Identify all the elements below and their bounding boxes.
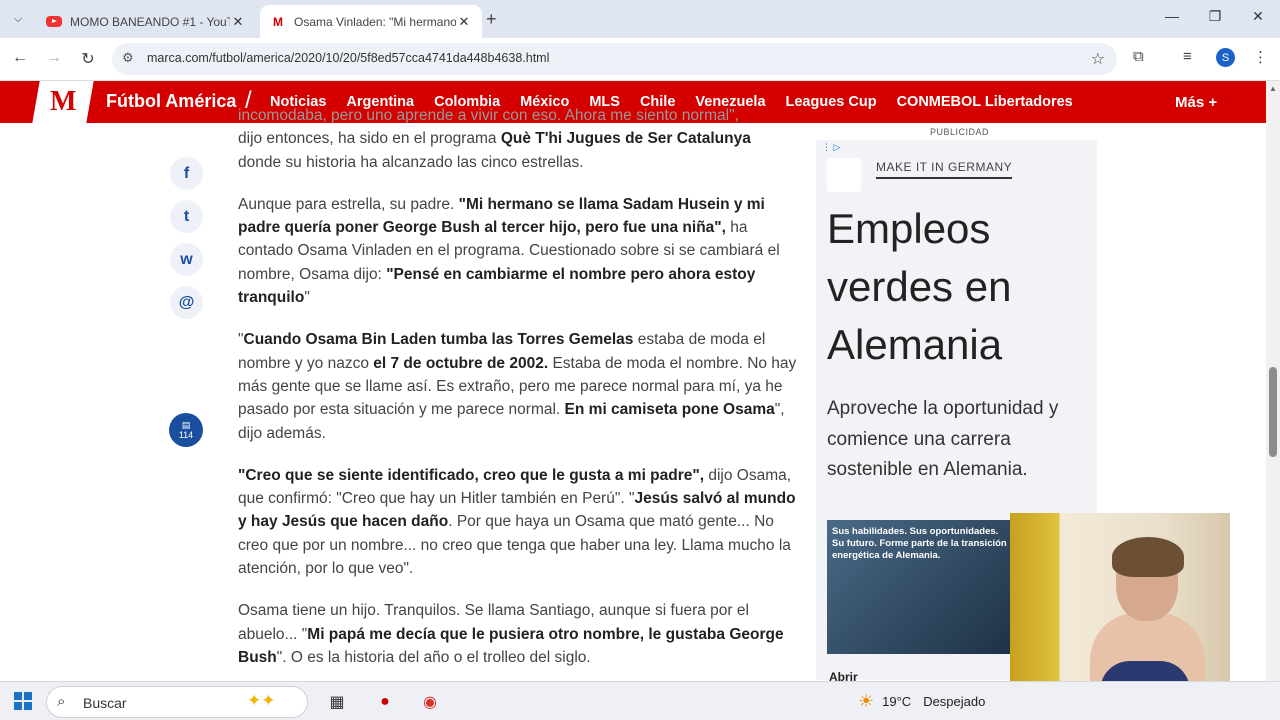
tab-strip: ⌵ MOMO BANEANDO #1 - YouTube ✕ M Osama V… — [0, 0, 1280, 38]
email-share-button[interactable]: @ — [170, 286, 203, 319]
address-bar[interactable]: ⚙ marca.com/futbol/america/2020/10/20/5f… — [112, 43, 1117, 75]
ad-image[interactable]: Sus habilidades. Sus oportunidades. Su f… — [827, 520, 1011, 654]
section-title[interactable]: Fútbol América — [106, 91, 236, 112]
article-paragraph: Osama tiene un hijo. Tranquilos. Se llam… — [238, 602, 784, 666]
page-scrollbar[interactable]: ▲ — [1266, 81, 1280, 681]
tab-youtube[interactable]: MOMO BANEANDO #1 - YouTube ✕ — [36, 5, 256, 38]
ad-headline[interactable]: Empleos verdes en Alemania — [827, 200, 1087, 374]
email-icon: @ — [178, 293, 195, 311]
whatsapp-icon: w — [180, 250, 193, 268]
temperature: 19°C — [882, 694, 912, 709]
back-button[interactable]: ← — [8, 49, 32, 67]
bookmark-star-icon[interactable]: ☆ — [1091, 49, 1105, 69]
site-info-icon[interactable]: ⚙ — [122, 50, 134, 66]
youtube-icon — [46, 14, 62, 30]
article-paragraph: incomodaba, pero uno aprende a vivir con… — [238, 107, 751, 171]
tab-title: Osama Vinladen: "Mi hermano se llama Sad… — [294, 14, 456, 29]
tab-title: MOMO BANEANDO #1 - YouTube — [70, 14, 230, 29]
tab-search-button[interactable]: ⌵ — [6, 7, 30, 31]
comments-count: 114 — [178, 430, 194, 440]
search-icon: ⌕ — [57, 693, 66, 710]
whatsapp-share-button[interactable]: w — [170, 243, 203, 276]
profile-avatar[interactable]: S — [1216, 48, 1235, 67]
task-view-icon[interactable]: ▦ — [323, 688, 351, 716]
article-paragraph: Aunque para estrella, su padre. "Mi herm… — [238, 195, 780, 307]
comments-button[interactable]: ▤ 114 — [169, 413, 203, 447]
more-menu-button[interactable]: Más + — [1175, 94, 1217, 111]
forward-button[interactable]: → — [42, 49, 66, 67]
scrollbar-thumb[interactable] — [1269, 367, 1277, 457]
browser-toolbar: ← → ↻ ⚙ marca.com/futbol/america/2020/10… — [0, 38, 1280, 81]
browser-window: ⌵ MOMO BANEANDO #1 - YouTube ✕ M Osama V… — [0, 0, 1280, 81]
windows-start-icon[interactable] — [14, 692, 32, 710]
close-window-button[interactable]: ✕ — [1238, 8, 1278, 25]
ad-brand-logo — [827, 158, 861, 192]
search-placeholder: Buscar — [83, 695, 127, 711]
ad-image-text: Sus habilidades. Sus oportunidades. Su f… — [832, 526, 1007, 561]
twitter-icon: t — [183, 207, 190, 225]
taskbar-search[interactable]: ⌕ Buscar ✦✦ — [46, 686, 308, 718]
menu-icon[interactable]: ⋮ — [1253, 48, 1268, 66]
new-tab-button[interactable]: + — [486, 9, 497, 30]
facebook-share-button[interactable]: f — [170, 157, 203, 190]
reload-button[interactable]: ↻ — [76, 49, 100, 69]
weather-widget[interactable]: ☀ 19°C Despejado — [858, 691, 985, 712]
restore-button[interactable]: ❐ — [1195, 8, 1235, 25]
minimize-button[interactable]: — — [1152, 8, 1192, 24]
close-tab-icon[interactable]: ✕ — [456, 14, 472, 30]
comment-icon: ▤ — [181, 420, 191, 430]
ad-brand[interactable]: MAKE IT IN GERMANY — [876, 160, 1013, 179]
windows-taskbar: ⌕ Buscar ✦✦ ▦ ● ◉ ☀ 19°C Despejado — [0, 681, 1280, 720]
ad-label: PUBLICIDAD — [930, 127, 990, 137]
marca-logo[interactable]: M — [32, 81, 94, 123]
extensions-icon[interactable]: ⧉ — [1133, 48, 1144, 65]
app-icon[interactable]: ● — [371, 688, 399, 716]
media-controls-icon[interactable]: ≡ — [1183, 48, 1192, 65]
chrome-icon[interactable]: ◉ — [416, 688, 444, 716]
twitter-share-button[interactable]: t — [170, 200, 203, 233]
facebook-icon: f — [183, 164, 190, 182]
nav-item-libertadores[interactable]: CONMEBOL Libertadores — [897, 94, 1073, 110]
scroll-up-icon[interactable]: ▲ — [1269, 84, 1277, 93]
weather-icon: ☀ — [858, 691, 875, 711]
nav-item-leagues-cup[interactable]: Leagues Cup — [786, 94, 877, 110]
article-paragraph: "Cuando Osama Bin Laden tumba las Torres… — [238, 331, 797, 442]
copilot-sparkle-icon: ✦✦ — [247, 691, 276, 710]
close-tab-icon[interactable]: ✕ — [230, 14, 246, 30]
article-paragraph: "Creo que se siente identificado, creo q… — [238, 466, 796, 578]
url-text[interactable]: marca.com/futbol/america/2020/10/20/5f8e… — [147, 51, 549, 65]
article-body: incomodaba, pero uno aprende a vivir con… — [238, 107, 798, 688]
tab-marca[interactable]: M Osama Vinladen: "Mi hermano se llama S… — [260, 5, 482, 38]
weather-condition: Despejado — [923, 694, 986, 709]
marca-favicon-icon: M — [273, 14, 283, 29]
adchoices-icon[interactable]: ⋮ ▷ — [822, 142, 840, 153]
ad-body: Aproveche la oportunidad y comience una … — [827, 398, 1059, 480]
